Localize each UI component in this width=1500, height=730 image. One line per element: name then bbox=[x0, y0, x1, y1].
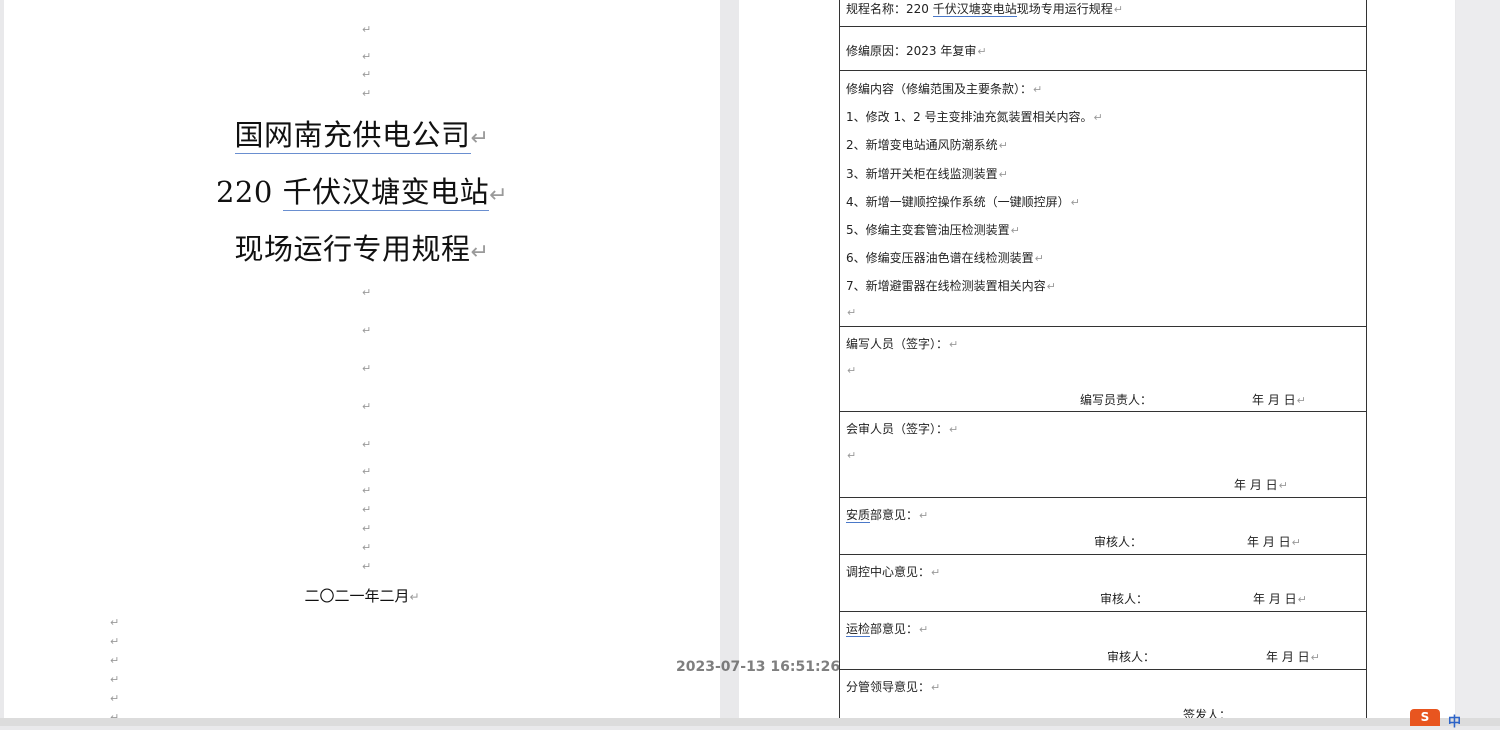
cover-title-station: 千伏汉塘变电站 bbox=[282, 175, 490, 211]
cover-title-regulation: 现场运行专用规程 bbox=[234, 232, 471, 266]
checker-label: 审核人： bbox=[1100, 592, 1149, 606]
paragraph-mark: ↵ bbox=[362, 400, 372, 413]
document-page-revision-form[interactable]: 规程名称：220 千伏汉塘变电站现场专用运行规程↵ 修编原因：2023 年复审↵… bbox=[739, 0, 1455, 726]
list-item: 6、修编变压器油色谱在线检测装置↵ bbox=[846, 251, 1044, 265]
table-row-regulation-name[interactable]: 规程名称：220 千伏汉塘变电站现场专用运行规程↵ bbox=[840, 0, 1366, 26]
reviewer-date: 年 月 日 bbox=[1234, 478, 1278, 492]
list-item: 4、新增一键顺控操作系统（一键顺控屏）↵ bbox=[846, 195, 1080, 209]
paragraph-mark: ↵ bbox=[847, 449, 857, 462]
paragraph-mark: ↵ bbox=[362, 541, 372, 554]
paragraph-mark: ↵ bbox=[362, 68, 372, 81]
table-row-ops-dept[interactable]: 运检部意见：↵ 审核人： 年 月 日↵ bbox=[840, 611, 1366, 670]
paragraph-mark: ↵ bbox=[110, 635, 120, 648]
list-item: 2、新增变电站通风防潮系统↵ bbox=[846, 138, 1008, 152]
writer-date: 年 月 日 bbox=[1252, 393, 1296, 407]
paragraph-mark: ↵ bbox=[110, 654, 120, 667]
paragraph-mark: ↵ bbox=[847, 364, 857, 377]
list-item: 5、修编主变套管油压检测装置↵ bbox=[846, 223, 1020, 237]
paragraph-mark: ↵ bbox=[362, 286, 372, 299]
cover-title-line-1: 国网南充供电公司↵ bbox=[234, 118, 490, 154]
ime-mode-indicator[interactable]: 中 bbox=[1448, 711, 1461, 730]
table-row-dispatch-center[interactable]: 调控中心意见：↵ 审核人： 年 月 日↵ bbox=[840, 554, 1366, 612]
revision-approval-table: 规程名称：220 千伏汉塘变电站现场专用运行规程↵ 修编原因：2023 年复审↵… bbox=[839, 0, 1367, 726]
dispatch-center-label: 调控中心意见： bbox=[846, 565, 931, 579]
paragraph-mark: ↵ bbox=[110, 616, 120, 629]
status-bar bbox=[0, 718, 1500, 726]
paragraph-mark: ↵ bbox=[362, 484, 372, 497]
capture-timestamp: 2023-07-13 16:51:26 bbox=[676, 659, 841, 675]
cover-title-company: 国网南充供电公司 bbox=[234, 118, 471, 154]
table-row-safety-dept[interactable]: 安质部意见：↵ 审核人： 年 月 日↵ bbox=[840, 497, 1366, 555]
paragraph-mark: ↵ bbox=[362, 23, 372, 36]
reviewer-label: 会审人员（签字）： bbox=[846, 422, 949, 436]
table-row-writer[interactable]: 编写人员（签字）：↵ ↵ 编写员责人： 年 月 日↵ bbox=[840, 326, 1366, 412]
safety-date: 年 月 日 bbox=[1247, 535, 1291, 549]
table-row-reviewer[interactable]: 会审人员（签字）：↵ ↵ 年 月 日↵ bbox=[840, 411, 1366, 498]
list-item: 7、新增避雷器在线检测装置相关内容↵ bbox=[846, 279, 1056, 293]
paragraph-mark: ↵ bbox=[362, 560, 372, 573]
paragraph-mark: ↵ bbox=[362, 50, 372, 63]
checker-label: 审核人： bbox=[1107, 650, 1156, 664]
paragraph-mark: ↵ bbox=[110, 673, 120, 686]
paragraph-mark: ↵ bbox=[847, 306, 857, 319]
safety-dept-label: 部意见： bbox=[870, 508, 919, 522]
table-row-revision-reason[interactable]: 修编原因：2023 年复审↵ bbox=[840, 26, 1366, 71]
ops-dept-label: 部意见： bbox=[870, 622, 919, 636]
cover-title-line-3: 现场运行专用规程↵ bbox=[234, 232, 490, 266]
paragraph-mark: ↵ bbox=[362, 438, 372, 451]
regulation-name-underlined: 千伏汉塘变电站 bbox=[932, 2, 1017, 17]
checker-label: 审核人： bbox=[1094, 535, 1143, 549]
paragraph-mark: ↵ bbox=[110, 692, 120, 705]
paragraph-mark: ↵ bbox=[362, 503, 372, 516]
ops-date: 年 月 日 bbox=[1266, 650, 1310, 664]
paragraph-mark: ↵ bbox=[362, 87, 372, 100]
leader-label: 分管领导意见： bbox=[846, 680, 931, 694]
cover-title-line-2: 220 千伏汉塘变电站↵ bbox=[215, 175, 509, 211]
document-page-cover[interactable]: ↵ ↵ ↵ ↵ 国网南充供电公司↵ 220 千伏汉塘变电站↵ 现场运行专用规程↵… bbox=[4, 0, 720, 726]
paragraph-mark: ↵ bbox=[362, 324, 372, 337]
table-row-revision-content[interactable]: 修编内容（修编范围及主要条款）： ↵ 1、修改 1、2 号主变排油充氮装置相关内容… bbox=[840, 70, 1366, 327]
sogou-ime-icon[interactable]: S bbox=[1410, 709, 1440, 726]
revision-content-heading: 修编内容（修编范围及主要条款）： bbox=[846, 82, 1033, 96]
revision-reason-text: 修编原因：2023 年复审 bbox=[846, 44, 977, 58]
writer-label: 编写人员（签字）： bbox=[846, 337, 949, 351]
list-item: 1、修改 1、2 号主变排油充氮装置相关内容。↵ bbox=[846, 110, 1103, 124]
list-item: 3、新增开关柜在线监测装置↵ bbox=[846, 167, 1008, 181]
paragraph-mark: ↵ bbox=[362, 522, 372, 535]
vertical-scrollbar[interactable] bbox=[1456, 0, 1500, 718]
paragraph-mark: ↵ bbox=[362, 362, 372, 375]
dispatch-date: 年 月 日 bbox=[1253, 592, 1297, 606]
paragraph-mark: ↵ bbox=[362, 465, 372, 478]
cover-date: 二〇二一年二月↵ bbox=[304, 587, 420, 605]
writer-lead-label: 编写员责人： bbox=[1080, 393, 1153, 407]
